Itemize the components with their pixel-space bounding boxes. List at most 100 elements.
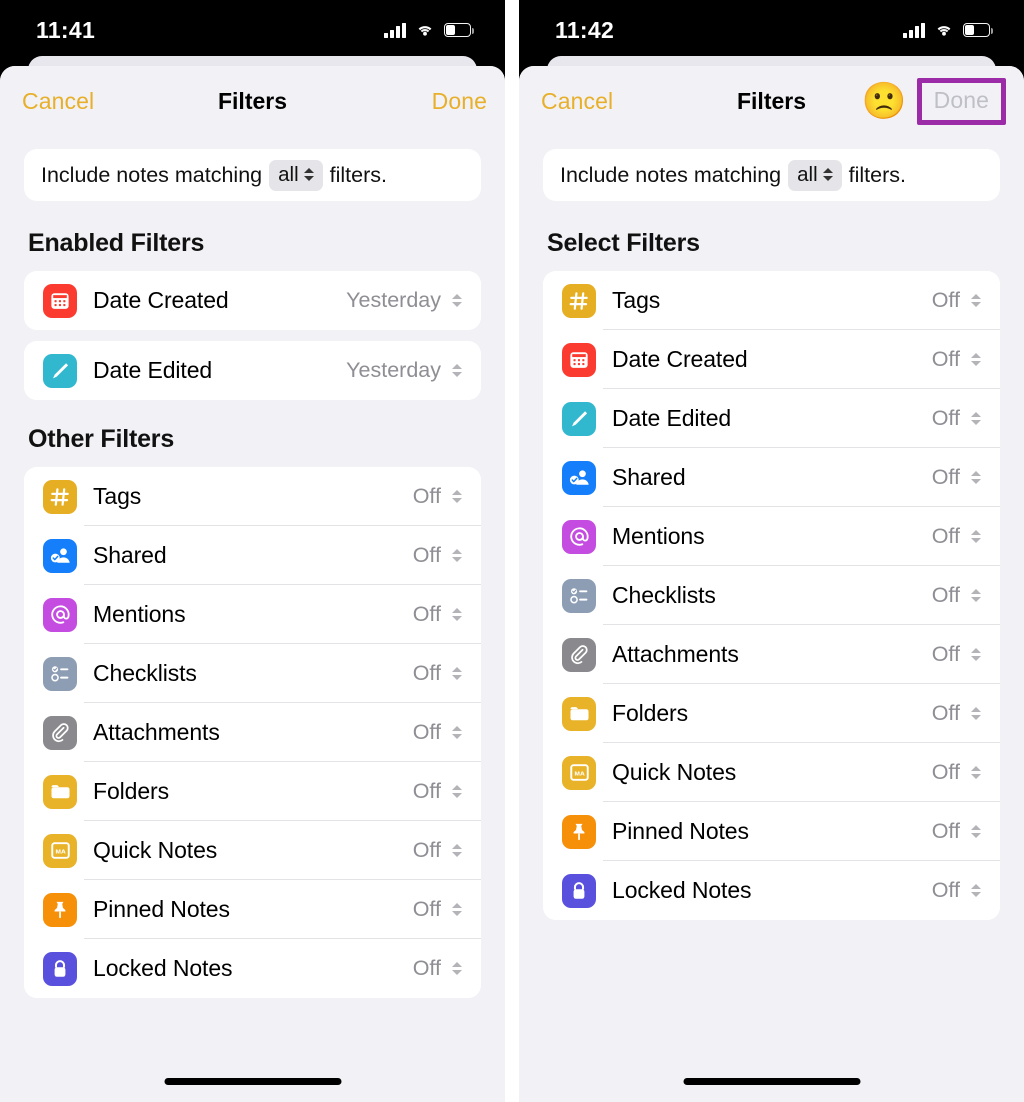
stepper-chevrons-icon[interactable] — [970, 764, 983, 782]
hashtag-icon — [562, 283, 596, 318]
lock-icon — [43, 951, 77, 986]
filter-row[interactable]: Pinned Notes Off — [543, 802, 1000, 861]
filter-row-label: Date Edited — [612, 405, 732, 431]
match-mode-card: Include notes matching all filters. — [24, 149, 481, 201]
navbar-right-group: Done — [432, 88, 487, 115]
navbar-right-group: 🙁 Done — [861, 77, 1006, 125]
stepper-chevrons-icon[interactable] — [970, 705, 983, 723]
filter-row[interactable]: Locked Notes Off — [24, 939, 481, 998]
stepper-chevrons-icon[interactable] — [822, 166, 835, 184]
match-mode-dropdown[interactable]: all — [269, 159, 323, 191]
stepper-chevrons-icon[interactable] — [451, 724, 464, 742]
filter-row[interactable]: Mentions Off — [24, 585, 481, 644]
filter-row[interactable]: Attachments Off — [24, 703, 481, 762]
filter-row-value: Off — [931, 642, 960, 666]
filter-row[interactable]: Checklists Off — [24, 644, 481, 703]
filter-row[interactable]: Date Created Yesterday — [24, 271, 481, 330]
cancel-button[interactable]: Cancel — [541, 88, 613, 115]
status-bar: 11:41 — [0, 0, 505, 56]
stepper-chevrons-icon[interactable] — [970, 882, 983, 900]
checklist-icon — [43, 656, 77, 691]
match-mode-dropdown[interactable]: all — [788, 159, 842, 191]
stepper-chevrons-icon[interactable] — [451, 901, 464, 919]
status-clock: 11:42 — [555, 16, 615, 43]
match-prefix-label: Include notes matching — [560, 162, 782, 187]
done-button[interactable]: Done — [432, 88, 487, 115]
stepper-chevrons-icon[interactable] — [970, 823, 983, 841]
filter-row[interactable]: Date Created Off — [543, 330, 1000, 389]
filter-row[interactable]: Shared Off — [24, 526, 481, 585]
paperclip-icon — [43, 715, 77, 750]
filter-row-label: Folders — [93, 778, 169, 804]
cancel-button[interactable]: Cancel — [22, 88, 94, 115]
stepper-chevrons-icon[interactable] — [451, 362, 464, 380]
filter-row[interactable]: Attachments Off — [543, 625, 1000, 684]
stepper-chevrons-icon[interactable] — [451, 488, 464, 506]
stepper-chevrons-icon[interactable] — [970, 646, 983, 664]
sheet-navbar: Cancel Filters 🙁 Done — [519, 66, 1024, 136]
filter-row[interactable]: Date Edited Yesterday — [24, 341, 481, 400]
hashtag-icon — [43, 479, 77, 514]
filter-row-value: Off — [412, 956, 441, 980]
stepper-chevrons-icon[interactable] — [451, 960, 464, 978]
screenshot-canvas: 11:41 Cancel Filters Done Include notes … — [0, 0, 1024, 1102]
filter-row[interactable]: Folders Off — [543, 684, 1000, 743]
filter-row[interactable]: Locked Notes Off — [543, 861, 1000, 920]
stepper-chevrons-icon[interactable] — [451, 783, 464, 801]
shared-person-icon — [562, 460, 596, 495]
filter-row[interactable]: ᴍᴀ Quick Notes Off — [24, 821, 481, 880]
filter-row-label: Date Edited — [93, 357, 213, 383]
filter-row-label: Checklists — [93, 660, 197, 686]
filter-row[interactable]: Tags Off — [24, 467, 481, 526]
stepper-chevrons-icon[interactable] — [451, 606, 464, 624]
stepper-chevrons-icon[interactable] — [970, 587, 983, 605]
match-prefix-label: Include notes matching — [41, 162, 263, 187]
home-indicator — [164, 1078, 341, 1085]
sad-face-emoji: 🙁 — [861, 80, 907, 121]
filter-row-label: Checklists — [612, 582, 716, 608]
sheet-navbar: Cancel Filters Done — [0, 66, 505, 136]
filter-row[interactable]: Date Edited Off — [543, 389, 1000, 448]
shared-person-icon — [43, 538, 77, 573]
filter-row-label: Shared — [93, 542, 167, 568]
status-indicators — [903, 19, 994, 38]
lock-icon — [562, 873, 596, 908]
quick-note-icon: ᴍᴀ — [562, 755, 596, 790]
calendar-icon — [562, 342, 596, 377]
cellular-signal-icon — [903, 22, 925, 38]
quick-note-icon: ᴍᴀ — [43, 833, 77, 868]
filter-row[interactable]: Checklists Off — [543, 566, 1000, 625]
filter-row[interactable]: ᴍᴀ Quick Notes Off — [543, 743, 1000, 802]
stepper-chevrons-icon[interactable] — [451, 292, 464, 310]
filter-row[interactable]: Pinned Notes Off — [24, 880, 481, 939]
filter-row-value: Off — [931, 524, 960, 548]
filter-card: Tags Off Shared Off Mentions Off Checkli… — [24, 467, 481, 998]
filter-row-label: Tags — [93, 483, 142, 509]
filter-row-label: Shared — [612, 464, 686, 490]
filter-row[interactable]: Mentions Off — [543, 507, 1000, 566]
filter-row[interactable]: Tags Off — [543, 271, 1000, 330]
filter-row-label: Mentions — [612, 523, 705, 549]
stepper-chevrons-icon[interactable] — [970, 528, 983, 546]
filter-card: Date Created Yesterday — [24, 271, 481, 330]
at-sign-icon — [562, 519, 596, 554]
filter-row-label: Attachments — [93, 719, 220, 745]
stepper-chevrons-icon[interactable] — [970, 469, 983, 487]
done-button[interactable]: Done — [934, 87, 989, 113]
done-button-highlight: Done — [916, 77, 1006, 125]
home-indicator — [683, 1078, 860, 1085]
stepper-chevrons-icon[interactable] — [970, 410, 983, 428]
stepper-chevrons-icon[interactable] — [451, 547, 464, 565]
filter-row-label: Mentions — [93, 601, 186, 627]
stepper-chevrons-icon[interactable] — [451, 842, 464, 860]
filter-row-value: Off — [412, 838, 441, 862]
filter-row[interactable]: Folders Off — [24, 762, 481, 821]
stepper-chevrons-icon[interactable] — [303, 166, 316, 184]
filter-card: Date Edited Yesterday — [24, 341, 481, 400]
stepper-chevrons-icon[interactable] — [970, 351, 983, 369]
filter-row[interactable]: Shared Off — [543, 448, 1000, 507]
stepper-chevrons-icon[interactable] — [451, 665, 464, 683]
filter-row-value: Off — [931, 465, 960, 489]
stepper-chevrons-icon[interactable] — [970, 292, 983, 310]
filter-row-value: Off — [412, 897, 441, 921]
